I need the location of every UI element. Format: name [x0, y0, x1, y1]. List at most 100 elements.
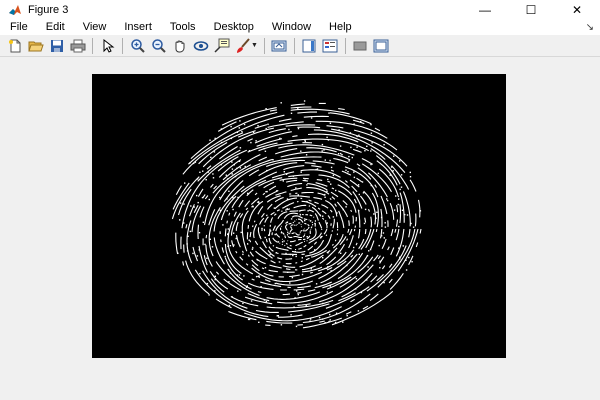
fingerprint-speckle	[301, 257, 303, 259]
link-plot-icon[interactable]	[271, 38, 287, 54]
menu-window[interactable]: Window	[263, 20, 320, 35]
fingerprint-speckle	[399, 188, 401, 191]
fingerprint-speckle	[353, 123, 355, 125]
fingerprint-speckle	[280, 324, 283, 326]
zoom-out-icon[interactable]	[151, 38, 167, 54]
fingerprint-speckle	[383, 237, 385, 239]
fingerprint-speckle	[261, 229, 263, 231]
fingerprint-speckle	[290, 314, 292, 316]
fingerprint-speckle	[236, 131, 239, 133]
save-icon[interactable]	[49, 38, 65, 54]
fingerprint-speckle	[279, 137, 281, 140]
menu-file[interactable]: File	[0, 20, 37, 35]
fingerprint-speckle	[353, 171, 355, 173]
fingerprint-speckle	[311, 256, 313, 258]
menu-view[interactable]: View	[74, 20, 116, 35]
fingerprint-speckle	[380, 235, 383, 237]
menu-edit[interactable]: Edit	[37, 20, 74, 35]
fingerprint-speckle	[266, 190, 268, 193]
fingerprint-speckle	[369, 248, 372, 251]
fingerprint-speckle	[269, 253, 271, 256]
fingerprint-speckle	[228, 281, 230, 283]
fingerprint-speckle	[324, 322, 326, 324]
fingerprint-speckle	[293, 306, 295, 308]
close-button[interactable]: ✕	[554, 0, 600, 20]
fingerprint-speckle	[239, 120, 241, 122]
open-folder-icon[interactable]	[27, 38, 44, 54]
fingerprint-speckle	[264, 150, 267, 152]
toolbar-separator	[293, 37, 295, 54]
fingerprint-speckle	[281, 241, 284, 243]
fingerprint-speckle	[299, 214, 302, 216]
fingerprint-speckle	[193, 206, 195, 208]
fingerprint-speckle	[214, 290, 216, 292]
edit-plot-arrow-icon[interactable]	[100, 38, 116, 54]
brush-dropdown-icon[interactable]: ▼	[251, 42, 258, 49]
fingerprint-speckle	[202, 221, 204, 223]
fingerprint-speckle	[179, 219, 181, 221]
maximize-button[interactable]: ☐	[508, 0, 554, 20]
hide-plot-tools-icon[interactable]	[352, 38, 368, 54]
fingerprint-speckle	[342, 208, 344, 211]
new-figure-icon[interactable]	[7, 38, 23, 54]
fingerprint-speckle	[220, 163, 222, 166]
fingerprint-speckle	[274, 282, 276, 285]
fingerprint-speckle	[229, 245, 232, 247]
rotate-3d-icon[interactable]	[193, 38, 209, 54]
fingerprint-speckle	[329, 285, 331, 287]
fingerprint-speckle	[238, 127, 240, 129]
show-plot-tools-icon[interactable]	[373, 38, 389, 54]
fingerprint-ridges	[171, 100, 422, 329]
fingerprint-speckle	[295, 325, 298, 328]
fingerprint-speckle	[376, 211, 378, 213]
minimize-button[interactable]: —	[462, 0, 508, 20]
fingerprint-speckle	[231, 168, 234, 170]
fingerprint-speckle	[341, 154, 343, 156]
fingerprint-speckle	[329, 159, 331, 162]
insert-legend-icon[interactable]	[322, 38, 338, 54]
fingerprint-speckle	[255, 275, 258, 278]
zoom-in-icon[interactable]	[130, 38, 146, 54]
brush-icon[interactable]	[235, 37, 251, 54]
fingerprint-speckle	[258, 202, 260, 204]
fingerprint-speckle	[322, 257, 324, 259]
fingerprint-speckle	[332, 174, 335, 177]
fingerprint-speckle	[399, 160, 401, 162]
fingerprint-speckle	[264, 236, 266, 239]
fingerprint-speckle	[324, 196, 326, 198]
fingerprint-speckle	[360, 291, 363, 294]
fingerprint-image[interactable]	[92, 74, 506, 358]
fingerprint-speckle	[233, 244, 235, 246]
data-cursor-icon[interactable]	[213, 38, 230, 54]
fingerprint-speckle	[209, 238, 211, 240]
fingerprint-speckle	[409, 171, 411, 174]
fingerprint-speckle	[235, 237, 237, 240]
fingerprint-speckle	[335, 312, 338, 314]
fingerprint-speckle	[248, 239, 250, 241]
fingerprint-speckle	[332, 216, 335, 218]
fingerprint-speckle	[179, 202, 182, 204]
fingerprint-speckle	[283, 171, 285, 173]
print-icon[interactable]	[70, 38, 86, 54]
pan-hand-icon[interactable]	[172, 38, 188, 54]
fingerprint-speckle	[260, 286, 262, 288]
fingerprint-speckle	[286, 198, 289, 200]
menu-desktop[interactable]: Desktop	[205, 20, 263, 35]
menu-help[interactable]: Help	[320, 20, 361, 35]
fingerprint-speckle	[212, 177, 215, 179]
fingerprint-speckle	[196, 194, 198, 197]
fingerprint-speckle	[328, 320, 330, 323]
fingerprint-speckle	[355, 288, 357, 290]
toolbar-separator	[263, 37, 265, 54]
fingerprint-speckle	[326, 291, 328, 293]
fingerprint-speckle	[205, 179, 207, 181]
dock-arrow-icon[interactable]: ↘	[586, 20, 594, 35]
menu-tools[interactable]: Tools	[161, 20, 205, 35]
menu-insert[interactable]: Insert	[115, 20, 161, 35]
fingerprint-speckle	[350, 146, 352, 149]
fingerprint-speckle	[297, 127, 300, 130]
insert-colorbar-icon[interactable]	[301, 38, 317, 54]
fingerprint-speckle	[402, 245, 404, 247]
fingerprint-speckle	[245, 286, 248, 288]
fingerprint-speckle	[252, 206, 254, 208]
